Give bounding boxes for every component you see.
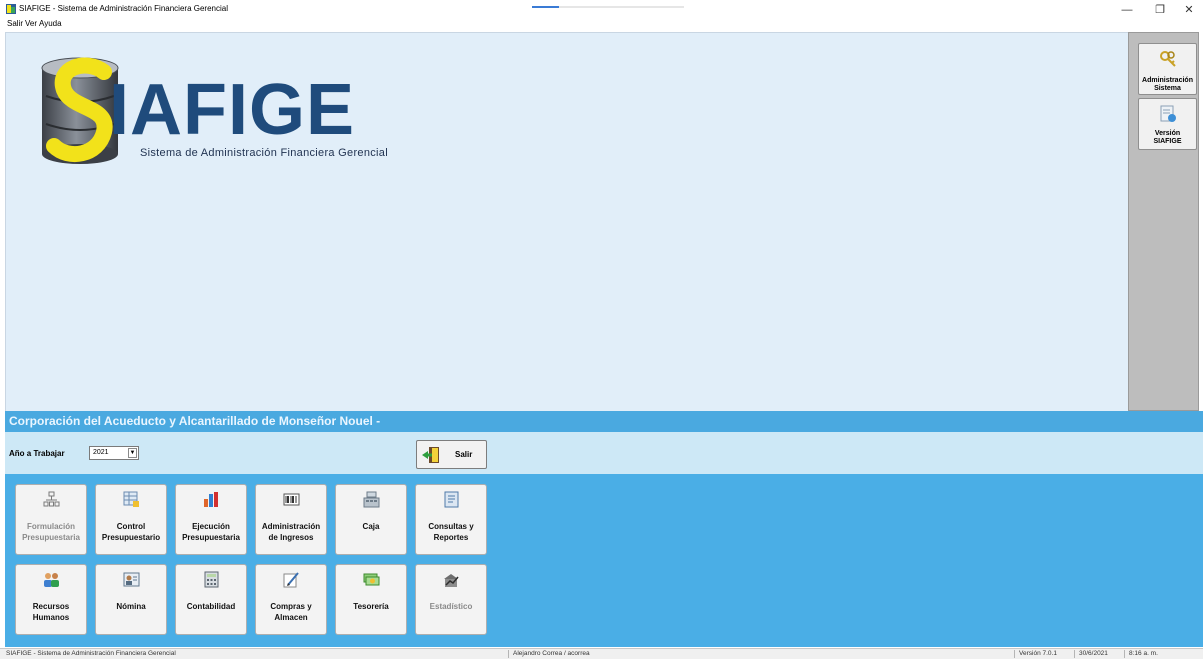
status-user: Alejandro Correa / acorrea [513, 650, 590, 657]
module-consultas-reportes[interactable]: Consultas y Reportes [415, 484, 487, 555]
module-label: Nómina [116, 602, 146, 611]
version-label-2: SIAFIGE [1153, 138, 1182, 145]
barcode-icon [283, 493, 300, 506]
stats-house-icon [444, 574, 459, 587]
year-select-value: 2021 [93, 449, 109, 456]
restore-button[interactable]: ❐ [1146, 0, 1174, 20]
module-label: Estadístico [429, 602, 473, 611]
menu-bar: Salir Ver Ayuda [0, 19, 300, 31]
module-contabilidad[interactable]: Contabilidad [175, 564, 247, 635]
modules-panel: Formulación Presupuestaria Control Presu… [5, 474, 1203, 647]
status-bar: SIAFIGE - Sistema de Administración Fina… [0, 648, 1203, 659]
module-ejecucion-presupuestaria[interactable]: Ejecución Presupuestaria [175, 484, 247, 555]
status-separator [508, 650, 509, 658]
module-label: Consultas y Reportes [428, 522, 474, 542]
payroll-icon [123, 572, 140, 587]
version-label-1: Versión [1154, 130, 1181, 137]
module-control-presupuestario[interactable]: Control Presupuestario [95, 484, 167, 555]
status-separator [1014, 650, 1015, 658]
info-icon [1160, 105, 1176, 122]
exit-button[interactable]: Salir [416, 440, 487, 469]
admin-system-label-1: Administración [1142, 77, 1193, 84]
module-label: Contabilidad [186, 602, 236, 611]
people-icon [44, 573, 59, 587]
org-chart-icon [43, 491, 60, 507]
menu-ayuda[interactable]: Ayuda [39, 19, 62, 28]
exit-door-icon [422, 447, 439, 463]
status-date: 30/6/2021 [1079, 650, 1108, 657]
right-panel: Administración Sistema Versión SIAFIGE [1128, 32, 1199, 411]
bar-chart-icon [204, 492, 218, 507]
module-recursos-humanos[interactable]: Recursos Humanos [15, 564, 87, 635]
module-formulacion-presupuestaria[interactable]: Formulación Presupuestaria [15, 484, 87, 555]
minimize-button[interactable]: — [1113, 0, 1141, 20]
title-progress-fill [532, 6, 560, 8]
module-label: Control Presupuestario [101, 522, 161, 542]
module-nomina[interactable]: Nómina [95, 564, 167, 635]
calculator-icon [204, 571, 219, 588]
organization-banner: Corporación del Acueducto y Alcantarilla… [5, 411, 1203, 432]
year-label: Año a Trabajar [9, 449, 65, 458]
module-tesoreria[interactable]: Tesorería [335, 564, 407, 635]
organization-name: Corporación del Acueducto y Alcantarilla… [9, 414, 381, 428]
module-label: Formulación Presupuestaria [22, 522, 80, 542]
module-label: Compras y Almacen [270, 602, 312, 622]
chevron-down-icon[interactable]: ▼ [128, 448, 137, 458]
status-time: 8:16 a. m. [1129, 650, 1158, 657]
module-label: Ejecución Presupuestaria [182, 522, 240, 542]
window-title: SIAFIGE - Sistema de Administración Fina… [19, 4, 228, 13]
status-separator [1124, 650, 1125, 658]
module-caja[interactable]: Caja [335, 484, 407, 555]
menu-ver[interactable]: Ver [25, 19, 37, 28]
year-bar: Año a Trabajar 2021 ▼ Salir [5, 432, 1203, 474]
module-label: Recursos Humanos [32, 602, 70, 622]
module-label: Tesorería [353, 602, 389, 611]
menu-salir[interactable]: Salir [7, 19, 23, 28]
module-estadistico[interactable]: Estadístico [415, 564, 487, 635]
logo-wordmark: IAFIGE [109, 70, 356, 150]
year-select[interactable]: 2021 ▼ [89, 446, 139, 460]
app-icon [6, 4, 16, 14]
pen-paper-icon [283, 572, 299, 588]
module-label: Caja [362, 522, 380, 531]
title-progress-bar [532, 6, 684, 8]
module-administracion-ingresos[interactable]: Administración de Ingresos [255, 484, 327, 555]
close-button[interactable]: ✕ [1175, 0, 1203, 20]
cash-register-icon [363, 491, 380, 508]
status-app: SIAFIGE - Sistema de Administración Fina… [6, 650, 176, 657]
status-version: Versión 7.0.1 [1019, 650, 1057, 657]
admin-system-button[interactable]: Administración Sistema [1138, 43, 1197, 95]
keys-icon [1160, 51, 1176, 67]
title-bar: SIAFIGE - Sistema de Administración Fina… [0, 0, 1203, 20]
status-separator [1074, 650, 1075, 658]
module-compras-almacen[interactable]: Compras y Almacen [255, 564, 327, 635]
spreadsheet-icon [123, 491, 139, 507]
admin-system-label-2: Sistema [1154, 85, 1181, 92]
exit-label: Salir [455, 450, 473, 459]
version-button[interactable]: Versión SIAFIGE [1138, 98, 1197, 150]
logo-subtitle: Sistema de Administración Financiera Ger… [140, 147, 388, 159]
module-label: Administración de Ingresos [261, 522, 321, 542]
money-icon [363, 573, 380, 586]
report-icon [444, 491, 459, 508]
